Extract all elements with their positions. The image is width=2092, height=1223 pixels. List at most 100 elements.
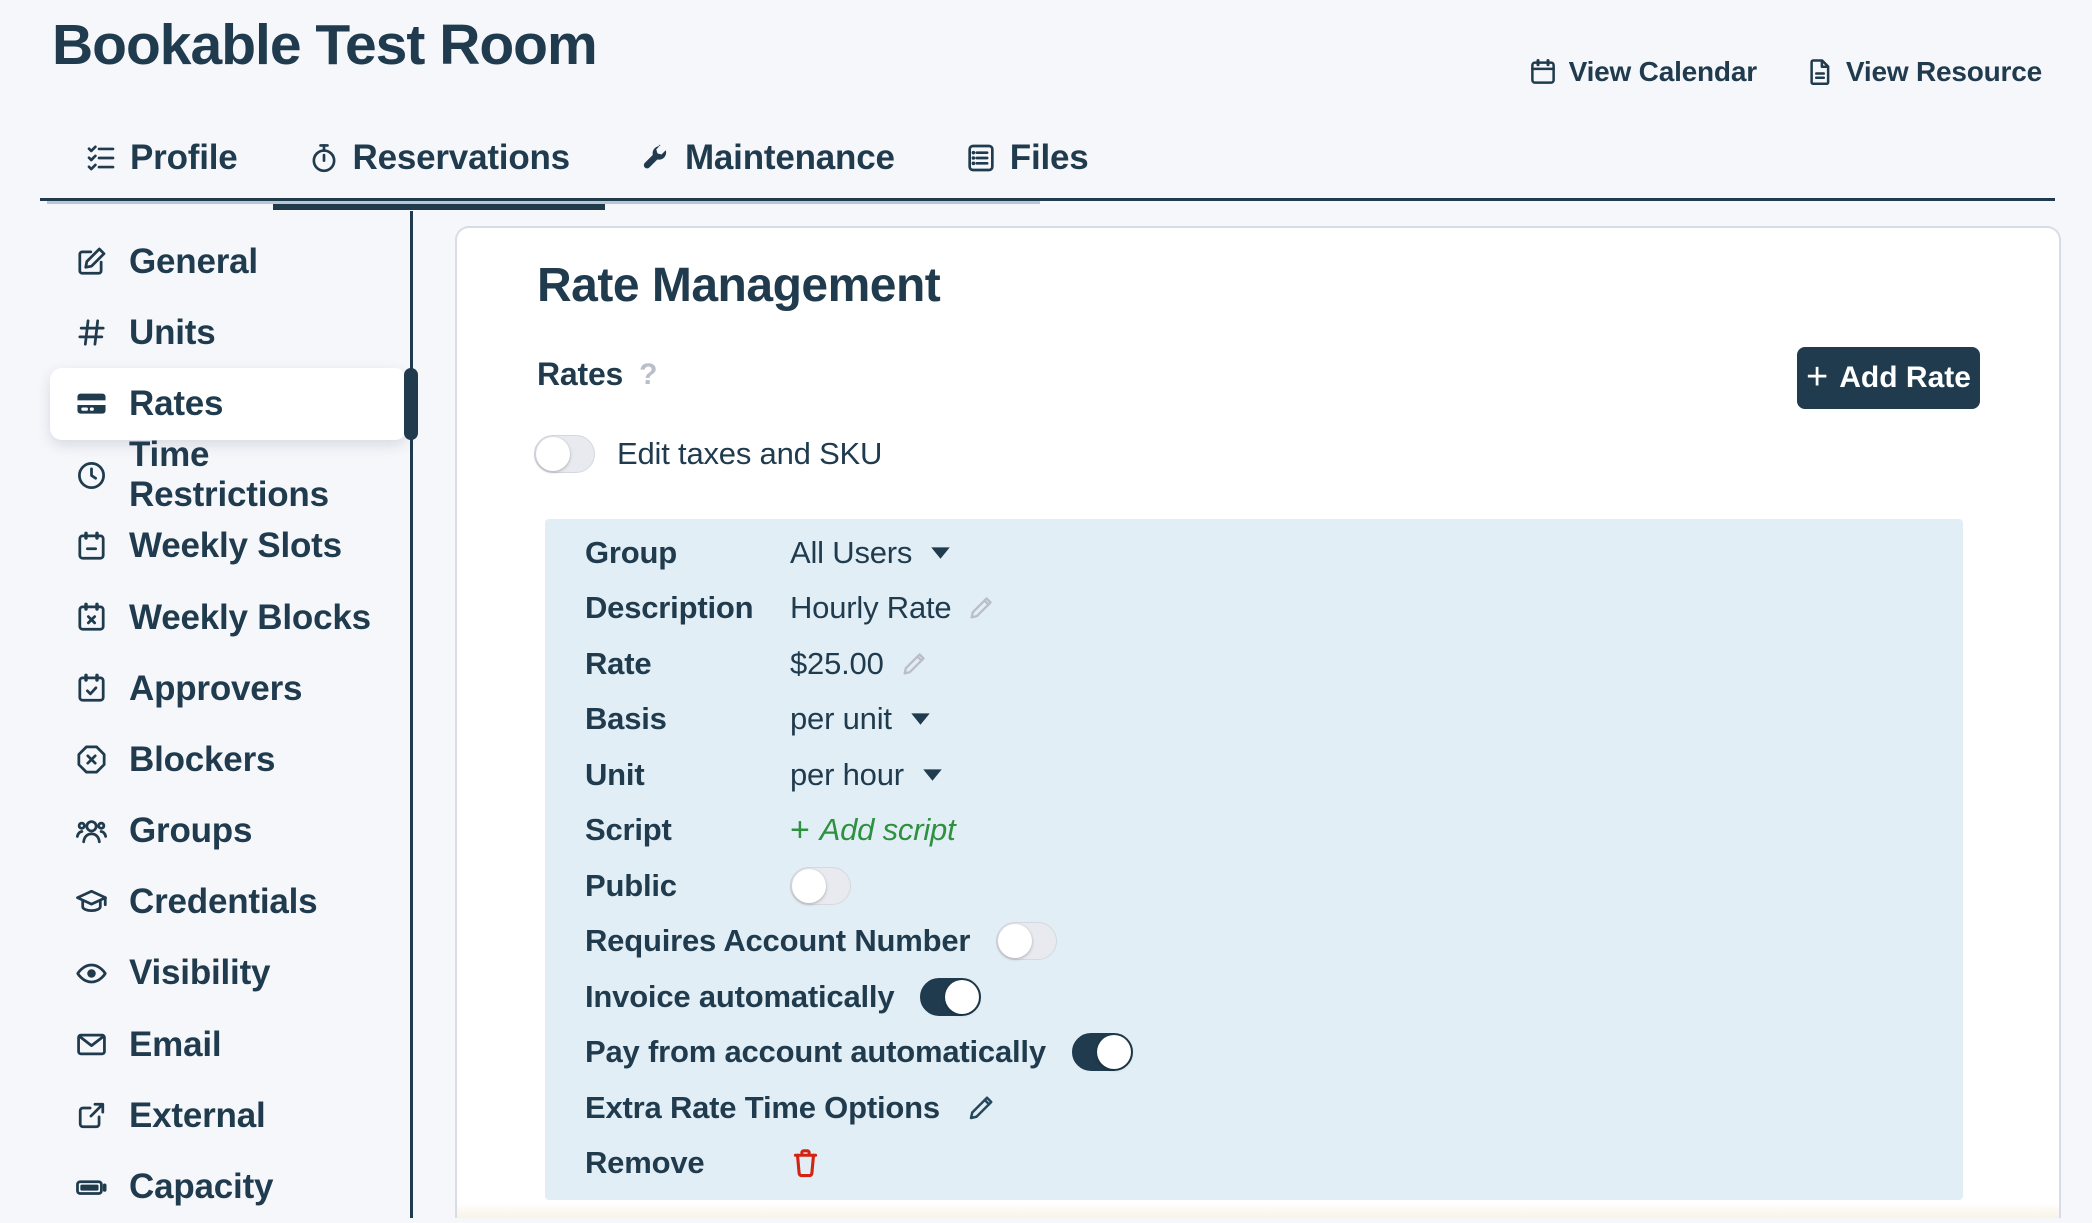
tab-label: Maintenance xyxy=(685,138,895,178)
delete-trash-icon[interactable] xyxy=(790,1145,821,1181)
calendar-minus-icon xyxy=(75,530,108,563)
invoice-automatically-toggle[interactable] xyxy=(920,978,981,1016)
edit-taxes-row: Edit taxes and SKU xyxy=(534,435,882,473)
rate-row-label: Remove xyxy=(585,1145,790,1181)
sidebar-item-label: Groups xyxy=(129,811,252,851)
people-icon xyxy=(75,815,108,848)
edit-pencil-icon[interactable] xyxy=(900,650,928,678)
sidebar-item-label: Time Restrictions xyxy=(129,435,407,515)
rate-row-basis: Basisper unit xyxy=(585,692,1963,748)
calendar-icon xyxy=(1528,57,1558,87)
public-toggle[interactable] xyxy=(790,867,851,905)
sidebar-item-time-restrictions[interactable]: Time Restrictions xyxy=(50,440,407,511)
file-text-icon xyxy=(1805,57,1835,87)
sidebar-item-blockers[interactable]: Blockers xyxy=(50,724,407,795)
view-resource-link[interactable]: View Resource xyxy=(1805,56,2042,88)
rate-row-label: Extra Rate Time Options xyxy=(585,1090,966,1126)
rate-value: $25.00 xyxy=(790,646,884,682)
eye-icon xyxy=(75,957,108,990)
sidebar-item-visibility[interactable]: Visibility xyxy=(50,938,407,1009)
sidebar-item-weekly-slots[interactable]: Weekly Slots xyxy=(50,511,407,582)
tab-profile[interactable]: Profile xyxy=(50,125,273,191)
calendar-x-icon xyxy=(75,601,108,634)
octagon-x-icon xyxy=(75,743,108,776)
unit-value: per hour xyxy=(790,757,904,793)
wrench-icon xyxy=(640,142,672,174)
journal-icon xyxy=(965,142,997,174)
sidebar-item-label: Capacity xyxy=(129,1167,273,1207)
caret-down-icon xyxy=(930,546,951,560)
view-calendar-link[interactable]: View Calendar xyxy=(1528,56,1757,88)
tabbar: Profile Reservations Maintenance Files xyxy=(50,125,1124,191)
edit-pencil-icon[interactable] xyxy=(967,594,995,622)
extra-rate-time-options-edit-icon[interactable] xyxy=(966,1093,996,1123)
credit-card-icon xyxy=(75,387,108,420)
group-value: All Users xyxy=(790,535,912,571)
edit-taxes-label: Edit taxes and SKU xyxy=(617,436,882,472)
page-title: Bookable Test Room xyxy=(52,12,597,78)
bottom-strip xyxy=(457,1203,2059,1218)
add-rate-label: Add Rate xyxy=(1839,361,1971,395)
section-title: Rates xyxy=(537,356,623,393)
pencil-square-icon xyxy=(75,245,108,278)
rate-row-label: Public xyxy=(585,868,790,904)
sidebar-item-general[interactable]: General xyxy=(50,226,407,297)
rate-row-label: Pay from account automatically xyxy=(585,1034,1072,1070)
rates-section-header: Rates ? xyxy=(537,356,657,393)
sidebar-item-approvers[interactable]: Approvers xyxy=(50,653,407,724)
rate-row-label: Script xyxy=(585,812,790,848)
sidebar-item-external[interactable]: External xyxy=(50,1080,407,1151)
rate-row-unit: Unitper hour xyxy=(585,747,1963,803)
rate-row-label: Description xyxy=(585,590,790,626)
rate-row-extra-rate-time-options: Extra Rate Time Options xyxy=(585,1080,1963,1136)
pay-from-account-automatically-toggle[interactable] xyxy=(1072,1033,1133,1071)
tab-maintenance[interactable]: Maintenance xyxy=(605,125,930,191)
sidebar: General Units RatesTime Restrictions Weekly… xyxy=(0,226,411,1223)
rate-row-public: Public xyxy=(585,858,1963,914)
basis-select[interactable]: per unit xyxy=(790,701,931,737)
rate-row-description: DescriptionHourly Rate xyxy=(585,581,1963,637)
tab-reservations[interactable]: Reservations xyxy=(273,125,605,191)
sidebar-item-label: Blockers xyxy=(129,740,275,780)
battery-icon xyxy=(75,1171,108,1204)
view-calendar-label: View Calendar xyxy=(1569,56,1757,88)
stopwatch-icon xyxy=(308,142,340,174)
rate-row-label: Requires Account Number xyxy=(585,923,996,959)
description-value: Hourly Rate xyxy=(790,590,951,626)
sidebar-item-label: Email xyxy=(129,1025,221,1065)
group-select[interactable]: All Users xyxy=(790,535,951,571)
unit-select[interactable]: per hour xyxy=(790,757,943,793)
sidebar-item-groups[interactable]: Groups xyxy=(50,796,407,867)
envelope-icon xyxy=(75,1028,108,1061)
sidebar-item-units[interactable]: Units xyxy=(50,297,407,368)
sidebar-item-label: General xyxy=(129,242,258,282)
tab-label: Files xyxy=(1010,138,1089,178)
rate-management-card: Rate Management Rates ? + Add Rate Edit … xyxy=(455,226,2061,1218)
sidebar-item-credentials[interactable]: Credentials xyxy=(50,867,407,938)
add-script-link[interactable]: +Add script xyxy=(790,812,956,848)
rate-row-invoice-automatically: Invoice automatically xyxy=(585,969,1963,1025)
sidebar-item-label: Visibility xyxy=(129,953,270,993)
sidebar-item-email[interactable]: Email xyxy=(50,1009,407,1080)
requires-account-number-toggle[interactable] xyxy=(996,922,1057,960)
sidebar-item-label: Weekly Slots xyxy=(129,526,342,566)
tablist-underline xyxy=(47,201,1040,204)
add-rate-button[interactable]: + Add Rate xyxy=(1797,347,1980,409)
sidebar-item-label: Units xyxy=(129,313,216,353)
rate-panel: GroupAll UsersDescriptionHourly RateRate… xyxy=(545,519,1963,1200)
rate-row-script: Script+Add script xyxy=(585,803,1963,859)
sidebar-item-rates[interactable]: Rates xyxy=(50,368,407,439)
header-links: View Calendar View Resource xyxy=(1528,56,2042,88)
external-link-icon xyxy=(75,1099,108,1132)
rate-row-group: GroupAll Users xyxy=(585,525,1963,581)
edit-taxes-toggle[interactable] xyxy=(534,435,595,473)
checklist-icon xyxy=(85,142,117,174)
sidebar-item-label: Weekly Blocks xyxy=(129,598,371,638)
rate-row-label: Group xyxy=(585,535,790,571)
sidebar-item-weekly-blocks[interactable]: Weekly Blocks xyxy=(50,582,407,653)
sidebar-item-capacity[interactable]: Capacity xyxy=(50,1151,407,1222)
help-icon[interactable]: ? xyxy=(639,358,657,392)
tab-label: Profile xyxy=(130,138,238,178)
rate-row-requires-account-number: Requires Account Number xyxy=(585,914,1963,970)
tab-files[interactable]: Files xyxy=(930,125,1124,191)
